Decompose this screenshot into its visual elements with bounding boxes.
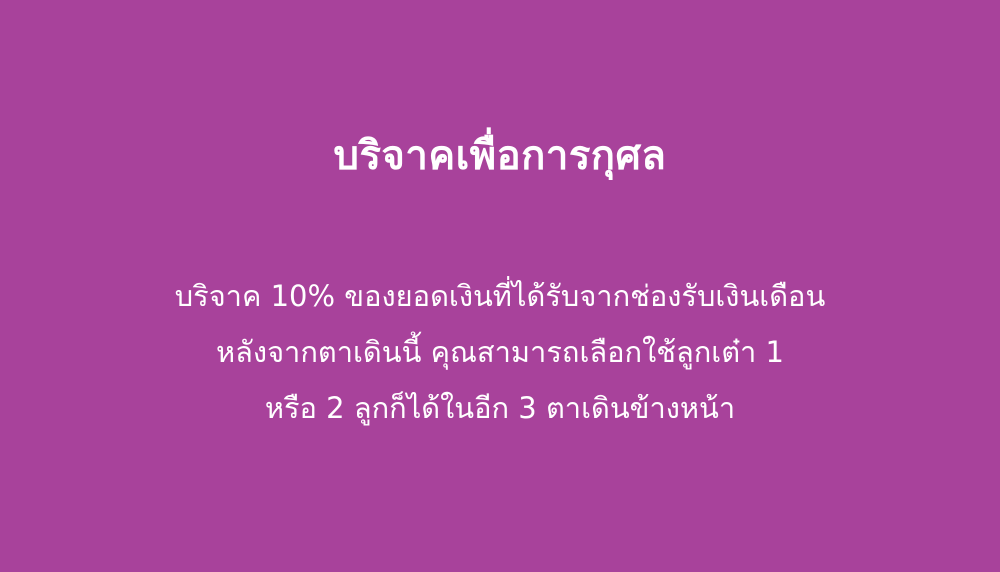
description-line-3: หรือ 2 ลูกก็ได้ในอีก 3 ตาเดินข้างหน้า: [264, 391, 736, 425]
charity-card: บริจาคเพื่อการกุศล บริจาค 10% ของยอดเงิน…: [0, 0, 1000, 572]
card-title: บริจาคเพื่อการกุศล: [333, 133, 667, 179]
description-line-2: หลังจากตาเดินนี้ คุณสามารถเลือกใช้ลูกเต๋…: [216, 335, 784, 369]
card-description: บริจาค 10% ของยอดเงินที่ได้รับจากช่องรับ…: [60, 268, 940, 436]
description-line-1: บริจาค 10% ของยอดเงินที่ได้รับจากช่องรับ…: [174, 279, 826, 313]
